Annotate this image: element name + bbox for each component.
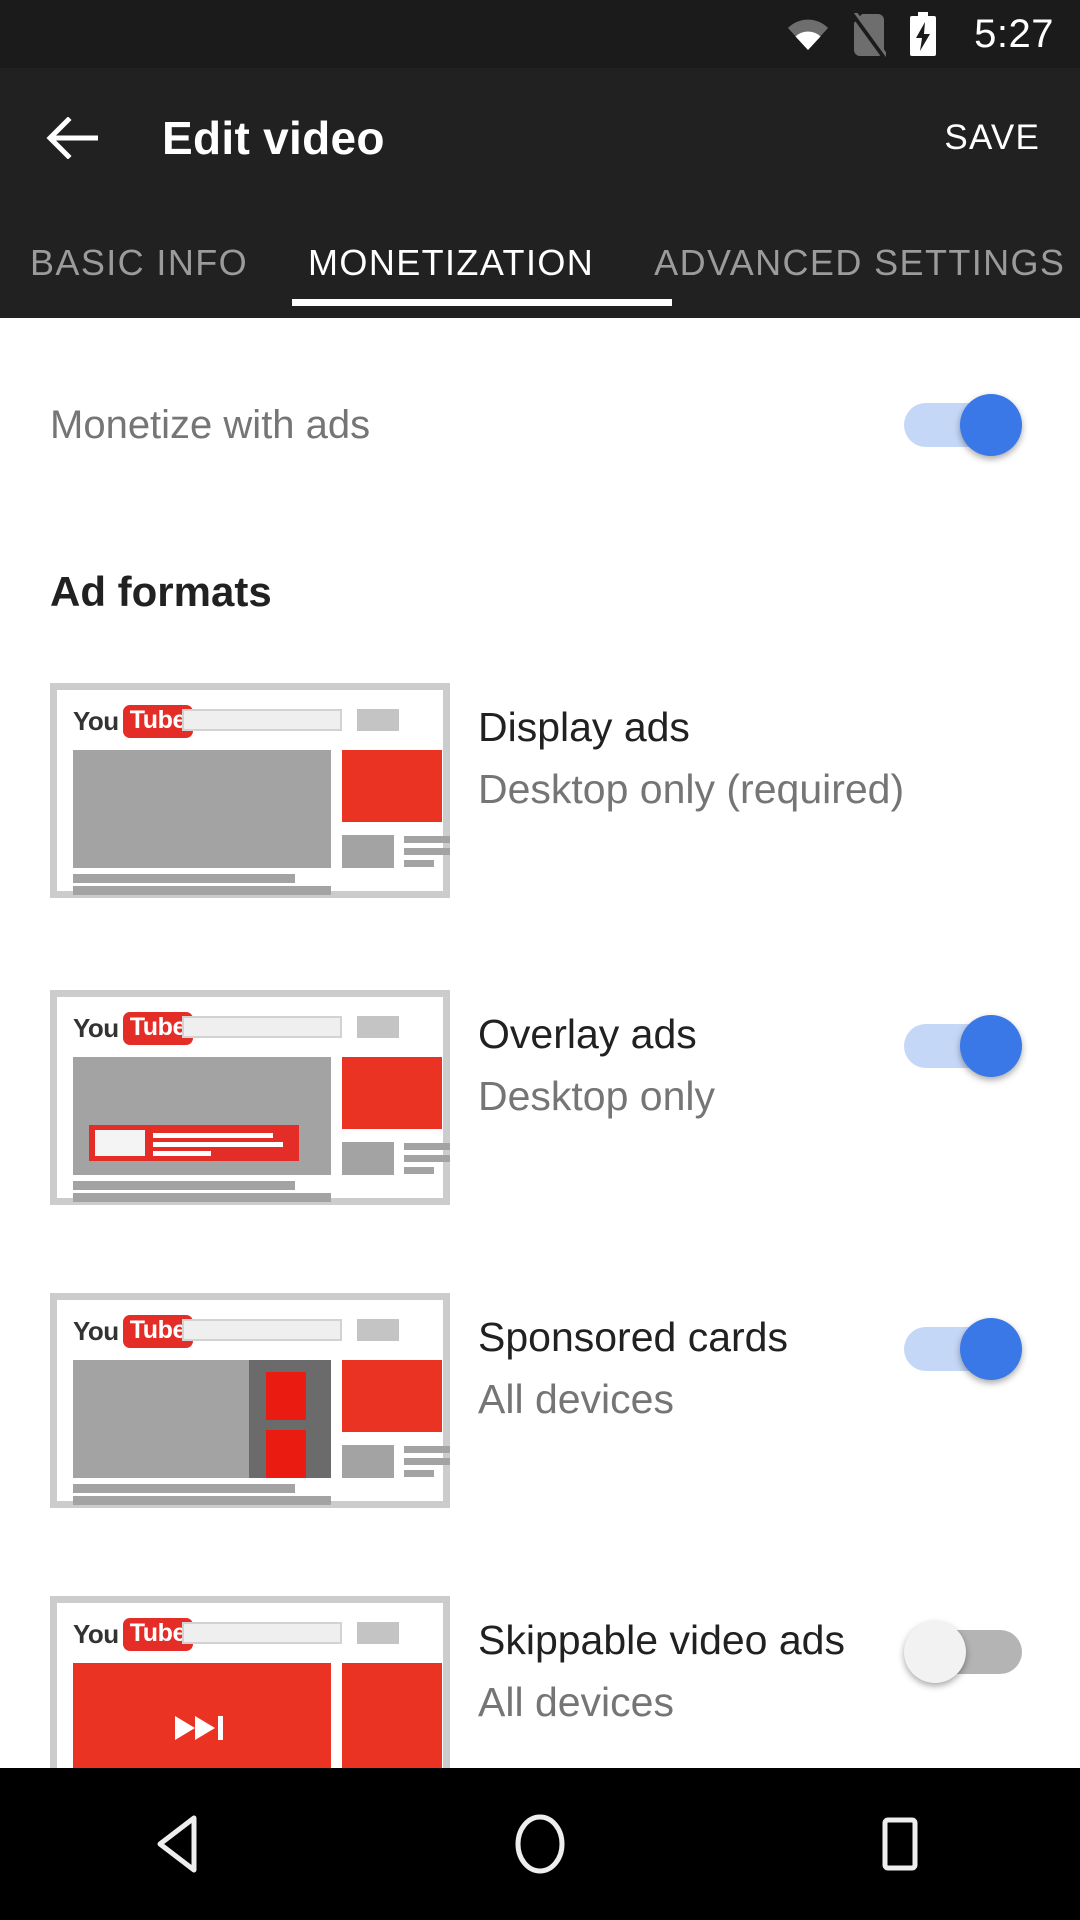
ad-format-row-sponsored-cards[interactable]: You Tube Sponsored cards All devices [0,1293,1080,1508]
android-navigation-bar [0,1768,1080,1920]
mock-related-thumb [342,1445,394,1478]
skippable-video-ads-subtitle: All devices [478,1678,674,1725]
mock-related-line-2 [404,1155,450,1162]
mock-search-button [357,709,399,731]
mock-search-button [357,1319,399,1341]
toggle-thumb [960,1318,1022,1380]
mock-caption-line-1 [73,1484,295,1493]
tab-active-indicator [292,299,672,306]
back-arrow-icon [46,117,98,159]
status-bar-icons: 5:27 [786,11,1054,59]
mock-overlay-line-3 [153,1151,211,1156]
mock-caption-line-2 [73,886,331,895]
mock-search-bar [182,1319,342,1341]
mock-caption-line-1 [73,874,295,883]
youtube-logo-icon: You Tube [73,1011,193,1045]
overlay-ads-title: Overlay ads [478,1011,697,1057]
skippable-video-ads-title: Skippable video ads [478,1617,845,1663]
skip-forward-icon [175,1715,231,1741]
mock-search-bar [182,1622,342,1644]
youtube-logo-you: You [73,1315,119,1346]
mock-related-line-1 [404,1143,450,1150]
mock-display-ad-block [342,1360,442,1432]
status-bar: 5:27 [0,0,1080,68]
nav-recents-button[interactable] [840,1784,960,1904]
display-ads-title: Display ads [478,704,690,750]
ad-formats-heading: Ad formats [50,568,272,615]
skippable-video-ads-toggle[interactable] [904,1621,1022,1683]
toggle-thumb [960,394,1022,456]
back-button[interactable] [44,109,102,167]
mock-display-ad-block [342,1057,442,1129]
display-ads-text-group: Display ads Desktop only (required) [478,704,905,813]
mock-related-thumb [342,1142,394,1175]
mock-related-line-3 [404,1167,434,1174]
mock-caption-line-2 [73,1496,331,1505]
nav-back-button[interactable] [120,1784,240,1904]
monetize-with-ads-toggle[interactable] [904,394,1022,456]
toggle-thumb [904,1621,966,1683]
youtube-logo-you: You [73,1012,119,1043]
sponsored-cards-toggle[interactable] [904,1318,1022,1380]
mock-overlay-ad-image [95,1130,145,1156]
youtube-logo-you: You [73,1618,119,1649]
app-bar: Edit video SAVE [0,68,1080,208]
mock-sponsored-card-1 [266,1372,306,1420]
mock-related-line-3 [404,1470,434,1477]
nav-home-icon [515,1814,565,1874]
mock-search-bar [182,1016,342,1038]
sponsored-cards-title: Sponsored cards [478,1314,788,1360]
tab-monetization[interactable]: MONETIZATION [278,242,624,284]
save-button[interactable]: SAVE [944,118,1040,158]
mock-related-line-2 [404,1458,450,1465]
mock-related-line-1 [404,836,450,843]
mock-search-button [357,1016,399,1038]
display-ads-thumbnail: You Tube [50,683,450,898]
tab-basic-info[interactable]: BASIC INFO [0,242,278,284]
ad-format-row-display-ads[interactable]: You Tube Display ads Desktop only (requi… [0,683,1080,898]
overlay-ads-toggle[interactable] [904,1015,1022,1077]
mock-overlay-line-1 [153,1133,273,1138]
tab-advanced-settings[interactable]: ADVANCED SETTINGS [624,242,1080,284]
ad-format-row-overlay-ads[interactable]: You Tube Overlay ads Desktop only [0,990,1080,1205]
wifi-icon [786,18,830,50]
mock-display-ad-block [342,750,442,822]
monetize-with-ads-row[interactable]: Monetize with ads [0,360,1080,490]
youtube-logo-icon: You Tube [73,1617,193,1651]
nav-home-button[interactable] [480,1784,600,1904]
no-sim-icon [850,11,889,59]
nav-back-icon [157,1815,197,1873]
mock-overlay-line-2 [153,1142,283,1147]
mock-caption-line-1 [73,1181,295,1190]
page-title: Edit video [162,112,385,164]
mock-video-area [73,750,331,868]
battery-charging-icon [908,12,938,56]
mock-search-button [357,1622,399,1644]
nav-recents-icon [882,1817,918,1871]
sponsored-cards-text-group: Sponsored cards All devices [478,1314,788,1423]
monetize-with-ads-label: Monetize with ads [50,402,371,447]
sponsored-cards-thumbnail: You Tube [50,1293,450,1508]
mock-search-bar [182,709,342,731]
mock-related-thumb [342,835,394,868]
app-screen: 5:27 Edit video SAVE BASIC INFO MONETIZA… [0,0,1080,1920]
mock-related-line-3 [404,860,434,867]
status-bar-clock: 5:27 [974,11,1054,56]
mock-caption-line-2 [73,1193,331,1202]
youtube-logo-you: You [73,705,119,736]
sponsored-cards-subtitle: All devices [478,1375,674,1422]
overlay-ads-subtitle: Desktop only [478,1072,716,1119]
skippable-video-ads-text-group: Skippable video ads All devices [478,1617,845,1726]
mock-related-line-1 [404,1446,450,1453]
toggle-thumb [960,1015,1022,1077]
mock-related-line-2 [404,848,450,855]
monetization-panel: Monetize with ads Ad formats You Tube Di… [0,318,1080,1811]
mock-sponsored-card-2 [266,1430,306,1478]
overlay-ads-text-group: Overlay ads Desktop only [478,1011,716,1120]
overlay-ads-thumbnail: You Tube [50,990,450,1205]
display-ads-subtitle: Desktop only (required) [478,765,905,812]
youtube-logo-icon: You Tube [73,704,193,738]
youtube-logo-icon: You Tube [73,1314,193,1348]
